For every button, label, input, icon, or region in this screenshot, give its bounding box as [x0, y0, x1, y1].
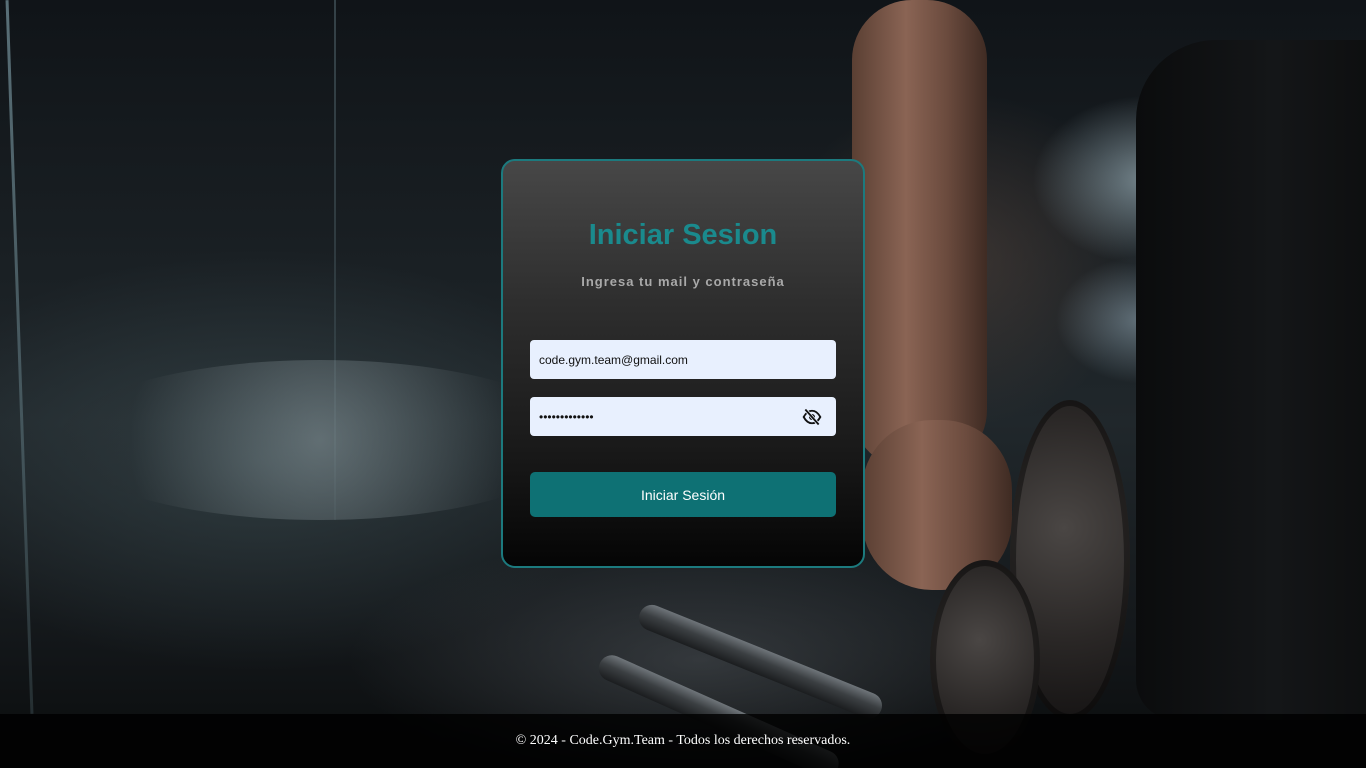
background-glass-edge: [5, 0, 34, 714]
background-athlete-arm: [852, 0, 987, 470]
footer-copyright: © 2024 - Code.Gym.Team - Todos los derec…: [515, 733, 851, 748]
background-athlete-shorts: [1136, 40, 1366, 720]
login-subtitle: Ingresa tu mail y contraseña: [581, 274, 785, 289]
login-card: Iniciar Sesion Ingresa tu mail y contras…: [501, 159, 865, 568]
footer: © 2024 - Code.Gym.Team - Todos los derec…: [0, 714, 1366, 768]
login-submit-button[interactable]: Iniciar Sesión: [530, 472, 836, 517]
email-input[interactable]: [530, 340, 836, 379]
password-input[interactable]: [530, 397, 836, 436]
eye-slash-icon[interactable]: [801, 407, 823, 427]
login-title: Iniciar Sesion: [588, 219, 778, 251]
